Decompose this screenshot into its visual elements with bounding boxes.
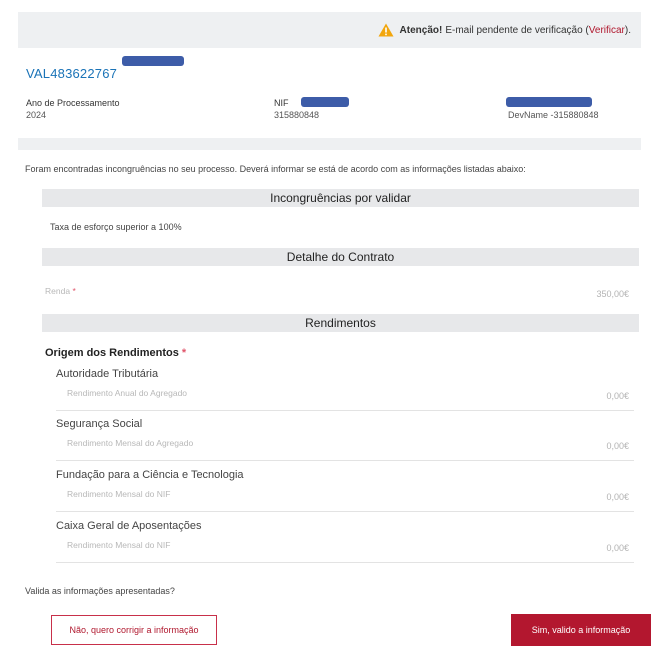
alert-message: E-mail pendente de verificação (: [445, 24, 589, 36]
source-name: Segurança Social: [56, 418, 143, 430]
redaction-bar: [301, 97, 349, 107]
source-name: Fundação para a Ciência e Tecnologia: [56, 469, 244, 481]
source-name: Autoridade Tributária: [56, 368, 159, 380]
incongruence-item: Taxa de esforço superior a 100%: [50, 222, 182, 232]
section-header-incongruencias: Incongruências por validar: [42, 189, 639, 207]
source-income-label: Rendimento Mensal do NIF: [67, 540, 171, 550]
reject-correct-button[interactable]: Não, quero corrigir a informação: [51, 615, 217, 645]
divider: [56, 410, 634, 411]
process-header: VAL483622767 Ano de Processamento 2024 N…: [18, 52, 641, 138]
source-income-label: Rendimento Mensal do Agregado: [67, 438, 194, 448]
devname-value: DevName -315880848: [508, 110, 599, 120]
source-income-label: Rendimento Anual do Agregado: [67, 388, 188, 398]
verify-email-link[interactable]: Verificar: [589, 25, 625, 36]
alert-suffix: ).: [624, 24, 631, 36]
divider: [56, 511, 634, 512]
intro-text: Foram encontradas incongruências no seu …: [25, 164, 526, 174]
validation-question: Valida as informações apresentadas?: [25, 586, 175, 596]
nif-value: 315880848: [274, 110, 320, 120]
email-verification-alert: Atenção! E-mail pendente de verificação …: [18, 12, 641, 48]
redaction-bar: [122, 56, 184, 66]
section-header-contrato: Detalhe do Contrato: [42, 248, 639, 266]
source-income-value: 0,00€: [606, 441, 629, 451]
source-income-value: 0,00€: [606, 492, 629, 502]
alert-strong-text: Atenção!: [399, 24, 443, 36]
divider: [56, 562, 634, 563]
year-value: 2024: [26, 110, 47, 120]
accept-validate-button[interactable]: Sim, valido a informação: [511, 614, 651, 646]
source-income-label: Rendimento Mensal do NIF: [67, 489, 171, 499]
divider: [56, 460, 634, 461]
warning-triangle-icon: [378, 23, 394, 37]
redaction-bar: [506, 97, 592, 107]
renda-value: 350,00€: [596, 289, 629, 299]
year-label: Ano de Processamento: [26, 98, 120, 108]
origem-label: Origem dos Rendimentos *: [45, 347, 187, 359]
process-id: VAL483622767: [26, 66, 118, 81]
nif-label: NIF: [274, 98, 289, 108]
source-name: Caixa Geral de Aposentações: [56, 520, 202, 532]
separator-band: [18, 138, 641, 150]
section-header-rendimentos: Rendimentos: [42, 314, 639, 332]
source-income-value: 0,00€: [606, 543, 629, 553]
renda-label: Renda *: [45, 286, 76, 296]
source-income-value: 0,00€: [606, 391, 629, 401]
